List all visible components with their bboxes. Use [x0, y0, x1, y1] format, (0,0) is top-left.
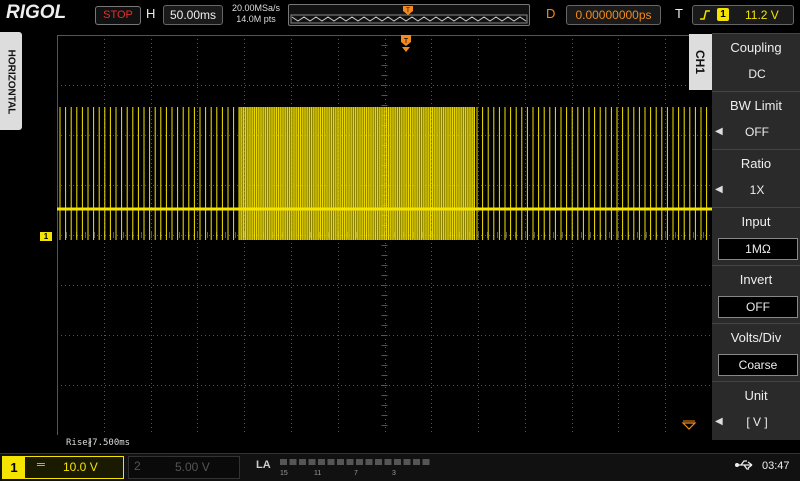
ch2-scale: 5.00 V: [175, 460, 210, 474]
la-channel-cell: [289, 459, 297, 465]
menu-item-value: 1MΩ: [718, 238, 798, 260]
la-channel-cell: [327, 459, 335, 465]
la-channel-cell: [356, 459, 363, 465]
status-bar: RIGOL STOP H 50.00ms 20.00MSa/s 14.0M pt…: [0, 0, 800, 28]
horizontal-tab[interactable]: HORIZONTAL: [0, 32, 22, 130]
menu-item-title: BW Limit: [730, 98, 782, 113]
menu-item-title: Unit: [744, 388, 768, 403]
ch1-scale: 10.0 V: [63, 460, 98, 474]
la-channel-number: 3: [392, 470, 396, 476]
run-stop-status[interactable]: STOP: [95, 6, 141, 25]
menu-item-title: Volts/Div: [730, 330, 782, 345]
la-channel-cell: [413, 459, 420, 465]
la-channel-number: 7: [354, 470, 358, 476]
memory-position-bar[interactable]: T: [288, 4, 530, 26]
la-channel-cell: [365, 459, 373, 465]
trigger-level: 11.2 V: [745, 8, 779, 22]
menu-item-title: Coupling: [730, 40, 782, 55]
ch1-menu-tab[interactable]: CH1: [689, 34, 712, 90]
la-channel-cell: [422, 459, 430, 465]
la-channel-number: 11: [314, 470, 321, 476]
menu-item-value: OFF: [718, 296, 798, 318]
ch1-status[interactable]: 1 ═ 10.0 V: [2, 456, 124, 479]
trigger-position-icon: T: [403, 6, 413, 15]
la-channel-cell: [403, 459, 411, 465]
ch1-offset-marker[interactable]: 1: [40, 232, 52, 241]
sample-rate: 20.00MSa/s: [231, 3, 281, 13]
ch1-number: 1: [3, 457, 25, 478]
logic-analyzer-channels[interactable]: 15 11 7 3: [278, 458, 438, 476]
menu-item-value: Coarse: [718, 354, 798, 376]
la-channel-cell: [280, 459, 287, 465]
trigger-info[interactable]: 1 11.2 V: [692, 5, 794, 25]
la-channel-cell: [318, 459, 325, 465]
brand-logo: RIGOL: [6, 2, 67, 23]
delay-label: D: [546, 6, 556, 21]
la-label[interactable]: LA: [256, 459, 271, 471]
trigger-source-badge: 1: [717, 8, 729, 21]
memory-depth: 14.0M pts: [236, 14, 276, 24]
rising-edge-icon: [700, 10, 710, 20]
la-channel-number: 15: [280, 470, 288, 476]
la-channel-cell: [337, 459, 344, 465]
la-channel-cell: [394, 459, 401, 465]
menu-item-volts-div[interactable]: Volts/Div Coarse: [712, 323, 800, 382]
ch2-number: 2: [134, 459, 141, 473]
ch1-menu-tab-label: CH1: [693, 49, 707, 75]
menu-item-value: OFF: [745, 125, 769, 139]
menu-item-coupling[interactable]: Coupling DC: [712, 33, 800, 92]
la-channel-cell: [299, 459, 306, 465]
menu-item-title: Ratio: [740, 156, 772, 171]
svg-text:T: T: [406, 8, 410, 14]
menu-item-title: Invert: [739, 272, 773, 287]
horizontal-label: H: [146, 6, 156, 21]
menu-item-value: DC: [748, 67, 766, 81]
waveform-display[interactable]: T: [57, 35, 712, 435]
la-channel-cell: [384, 459, 392, 465]
svg-text:T: T: [404, 38, 409, 45]
menu-item-value: [ V ]: [746, 415, 768, 429]
memory-overview: T: [290, 6, 528, 24]
menu-item-invert[interactable]: Invert OFF: [712, 265, 800, 324]
la-channel-cell: [346, 459, 354, 465]
usb-icon: [734, 459, 756, 474]
trigger-label: T: [675, 6, 683, 21]
clock: 03:47: [762, 460, 790, 472]
rise-time-measurement: Rise∦7.500ms: [66, 438, 131, 448]
menu-item-value: 1X: [749, 183, 765, 197]
horizontal-tab-label: HORIZONTAL: [5, 49, 17, 115]
la-channel-cell: [375, 459, 382, 465]
menu-item-ratio[interactable]: Ratio ◀ 1X: [712, 149, 800, 208]
dc-coupling-icon: ═: [37, 459, 45, 471]
menu-item-title: Input: [741, 214, 771, 229]
la-channel-cell: [308, 459, 316, 465]
ch2-status[interactable]: 2 5.00 V: [128, 456, 240, 479]
menu-item-unit[interactable]: Unit ◀ [ V ]: [712, 381, 800, 440]
menu-item-bw-limit[interactable]: BW Limit ◀ OFF: [712, 91, 800, 150]
menu-item-input[interactable]: Input 1MΩ: [712, 207, 800, 266]
timebase-value[interactable]: 50.00ms: [163, 5, 223, 25]
horizontal-delay-value[interactable]: 0.00000000ps: [566, 5, 661, 25]
